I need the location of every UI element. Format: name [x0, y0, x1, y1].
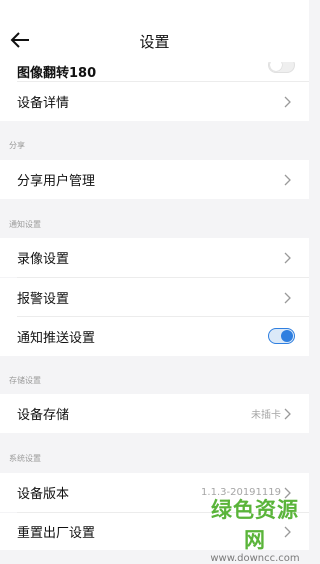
row-label: 设备存储 [17, 408, 70, 423]
section-label-storage: 存储设置 [9, 376, 41, 385]
row-label: 报警设置 [17, 292, 70, 307]
row-label: 重置出厂设置 [17, 526, 96, 541]
row-recording[interactable]: 录像设置 [0, 238, 309, 277]
row-alarm[interactable]: 报警设置 [0, 278, 309, 317]
row-storage[interactable]: 设备存储 未插卡 [0, 394, 309, 433]
section-label-notify: 通知设置 [9, 220, 41, 229]
page-title: 设置 [139, 33, 170, 51]
row-label: 分享用户管理 [17, 174, 96, 189]
storage-status: 未插卡 [251, 410, 281, 421]
row-share-users[interactable]: 分享用户管理 [0, 160, 309, 199]
push-toggle[interactable] [268, 328, 295, 344]
watermark-url: www.downcc.com [210, 553, 300, 564]
chevron-right-icon [284, 174, 291, 185]
chevron-right-icon [284, 292, 291, 303]
row-label: 设备详情 [17, 96, 70, 111]
watermark-logo-text: 绿色资源网 [211, 498, 299, 552]
row-label: 录像设置 [17, 252, 70, 267]
watermark: 绿色资源网 www.downcc.com [207, 494, 303, 564]
toggle-knob [281, 330, 293, 342]
section-label-share: 分享 [9, 141, 25, 150]
row-device-details[interactable]: 设备详情 [0, 82, 309, 121]
section-label-system: 系统设置 [9, 454, 41, 463]
row-label: 设备版本 [17, 487, 70, 502]
app-header: 设置 [0, 0, 309, 62]
chevron-right-icon [284, 252, 291, 263]
row-push: 通知推送设置 [0, 317, 309, 356]
row-label: 通知推送设置 [17, 331, 96, 346]
chevron-right-icon [284, 408, 291, 419]
row-label: 图像翻转180 [17, 65, 97, 81]
chevron-right-icon [284, 96, 291, 107]
